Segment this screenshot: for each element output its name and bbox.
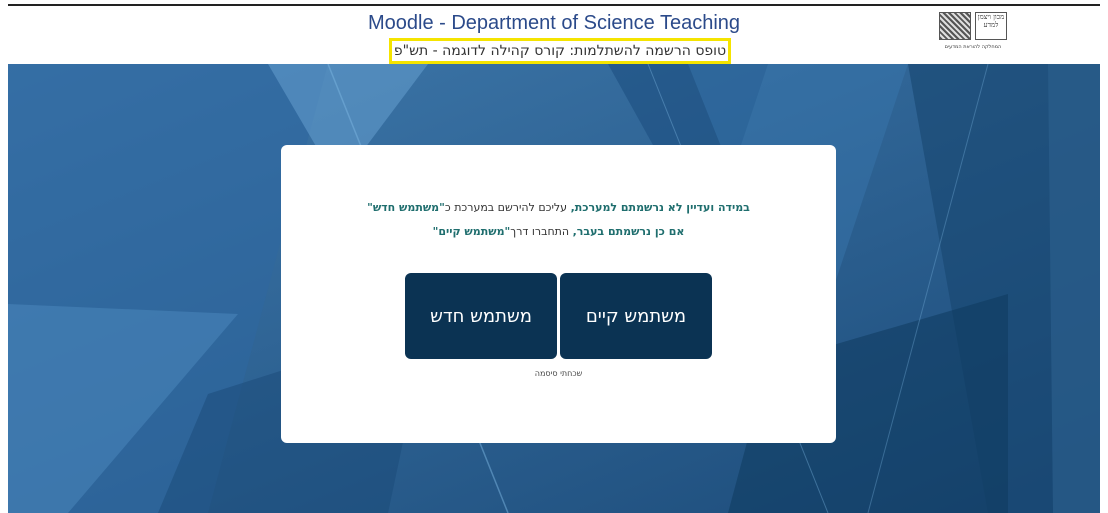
instruction-highlight: אם כן נרשמתם בעבר,: [572, 225, 685, 238]
instruction-highlight-existing-user: "משתמש קיים": [432, 225, 511, 238]
logo-emblem-icon: [939, 12, 971, 40]
registration-choice-card: במידה ועדיין לא נרשמתם למערכת, עליכם להי…: [281, 145, 836, 443]
instruction-line-existing-user: אם כן נרשמתם בעבר, התחברו דרך"משתמש קיים…: [281, 225, 836, 238]
instruction-text: התחברו דרך: [510, 225, 573, 238]
page-header: Moodle - Department of Science Teaching …: [0, 6, 1108, 64]
forgot-password-link[interactable]: שכחתי סיסמה: [281, 369, 836, 378]
instruction-text: עליכם להירשם במערכת כ: [444, 201, 571, 214]
instruction-highlight: במידה ועדיין לא נרשמתם למערכת,: [570, 201, 750, 214]
logo-graphic: מכון ויצמן למדע: [939, 12, 1007, 40]
existing-user-button[interactable]: משתמש קיים: [560, 273, 712, 359]
logo-caption: המחלקה להוראת המדעים: [944, 44, 1002, 50]
course-title: טופס הרשמה להשתלמות: קורס קהילה לדוגמה -…: [389, 38, 731, 64]
instruction-highlight-new-user: "משתמש חדש": [367, 201, 445, 214]
instruction-line-new-user: במידה ועדיין לא נרשמתם למערכת, עליכם להי…: [281, 201, 836, 214]
new-user-button[interactable]: משתמש חדש: [405, 273, 557, 359]
logo-wordmark: מכון ויצמן למדע: [975, 12, 1007, 40]
institute-logo[interactable]: מכון ויצמן למדע המחלקה להוראת המדעים: [936, 12, 1010, 54]
